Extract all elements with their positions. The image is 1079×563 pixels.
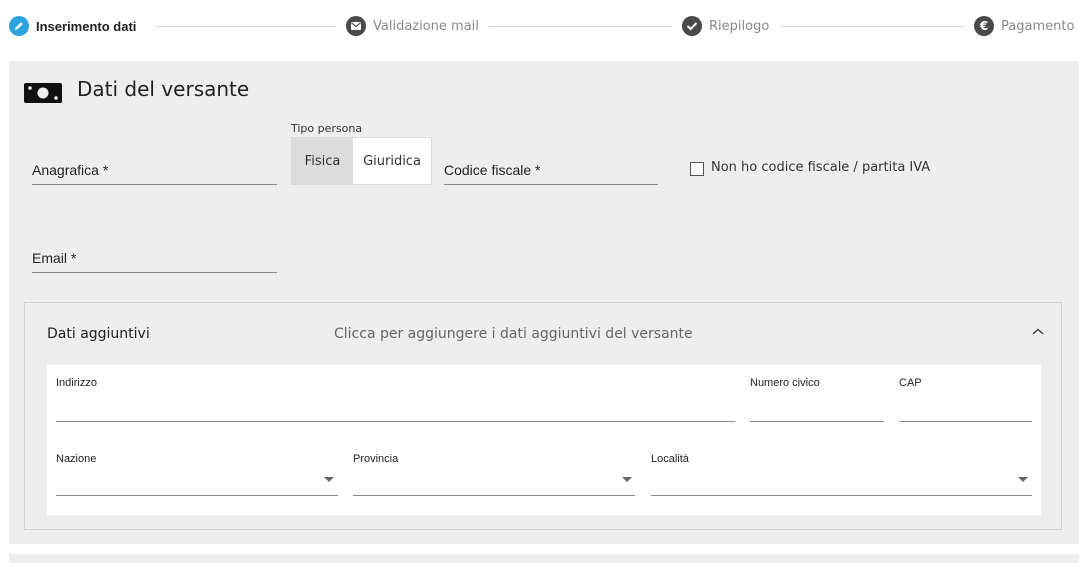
tipo-persona-giuridica-button[interactable]: Giuridica [353,138,431,184]
step-connector [781,26,964,27]
localita-label: Località [651,453,689,465]
localita-select[interactable] [651,495,1032,496]
email-input[interactable] [32,272,277,273]
check-icon [682,16,702,36]
next-panel-edge [9,554,1079,563]
nazione-label: Nazione [56,453,97,465]
money-bill-icon [22,80,64,106]
dati-aggiuntivi-hint: Clicca per aggiungere i dati aggiuntivi … [334,326,693,342]
step-validazione-mail[interactable]: Validazione mail [346,14,479,38]
euro-icon: € [974,16,994,36]
step-pagamento[interactable]: € Pagamento [974,14,1074,38]
step-label: Riepilogo [709,18,770,34]
indirizzo-label: Indirizzo [56,377,97,389]
codice-fiscale-input[interactable] [444,184,658,185]
section-title: Dati del versante [77,77,250,101]
cap-input[interactable] [899,421,1032,422]
dati-aggiuntivi-title: Dati aggiuntivi [47,326,150,342]
chevron-down-icon[interactable] [1018,477,1028,482]
numero-civico-input[interactable] [750,421,884,422]
step-connector [489,26,672,27]
numero-civico-label: Numero civico [750,377,820,389]
step-inserimento-dati[interactable]: Inserimento dati [9,14,136,38]
step-label: Pagamento [1001,18,1075,34]
chevron-down-icon[interactable] [622,477,632,482]
dati-aggiuntivi-fields [47,365,1041,515]
tipo-persona-fisica-button[interactable]: Fisica [292,138,353,184]
chevron-up-icon[interactable] [1030,325,1046,337]
indirizzo-input[interactable] [56,421,735,422]
tipo-persona-label: Tipo persona [291,122,363,135]
provincia-select[interactable] [353,495,635,496]
provincia-label: Provincia [353,453,399,465]
pencil-icon [9,16,29,36]
anagrafica-input[interactable] [32,184,277,185]
codice-fiscale-label: Codice fiscale * [444,162,541,178]
nazione-select[interactable] [56,495,338,496]
envelope-icon [346,16,366,36]
step-connector [156,26,336,27]
step-label: Inserimento dati [36,18,137,34]
step-label: Validazione mail [373,18,479,34]
chevron-down-icon[interactable] [324,477,334,482]
cap-label: CAP [899,377,922,389]
anagrafica-label: Anagrafica * [32,162,109,178]
step-riepilogo[interactable]: Riepilogo [682,14,769,38]
no-codice-fiscale-label: Non ho codice fiscale / partita IVA [711,160,931,175]
no-codice-fiscale-checkbox[interactable] [690,162,704,176]
tipo-persona-toggle: Fisica Giuridica [291,137,432,185]
email-label: Email * [32,250,77,266]
